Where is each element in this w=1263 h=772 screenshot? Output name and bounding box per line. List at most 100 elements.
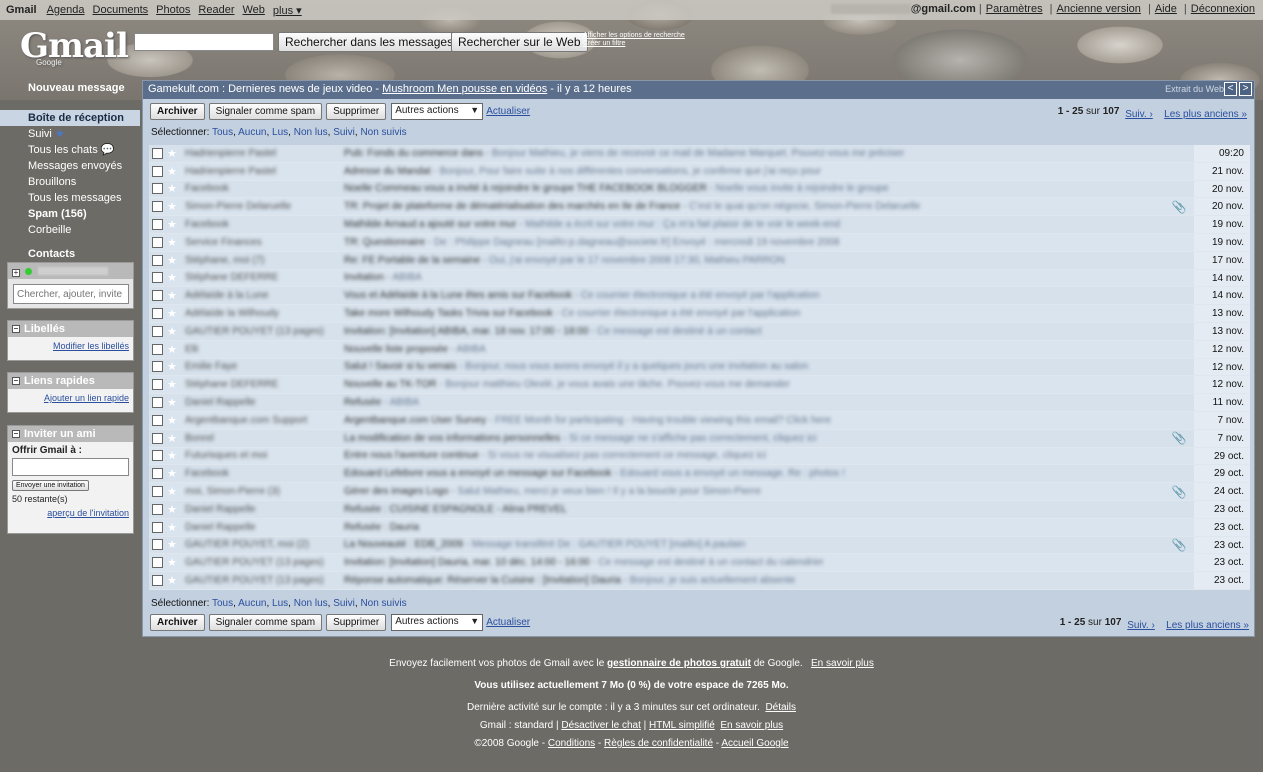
table-row[interactable]: ★ Emilie Faye Salut ! Savoir si tu venais … bbox=[149, 358, 1250, 377]
star-icon[interactable]: ★ bbox=[165, 271, 179, 284]
search-web-button[interactable]: Rechercher sur le Web bbox=[451, 32, 588, 52]
select-unstarred[interactable]: Non suivis bbox=[360, 598, 406, 609]
search-options-link[interactable]: Afficher les options de recherche bbox=[583, 32, 685, 40]
star-icon[interactable]: ★ bbox=[165, 165, 179, 178]
chat-search-input[interactable] bbox=[13, 284, 129, 304]
star-icon[interactable]: ★ bbox=[165, 556, 179, 569]
table-row[interactable]: ★ Simon-Pierre Delaruelle TR: Projet de pl… bbox=[149, 198, 1250, 217]
delete-button[interactable]: Supprimer bbox=[326, 103, 387, 120]
web-clip-prev-button[interactable]: < bbox=[1224, 82, 1237, 96]
nav-chats[interactable]: Tous les chats 💬 bbox=[0, 142, 140, 158]
star-icon[interactable]: ★ bbox=[165, 467, 179, 480]
invite-preview-link[interactable]: aperçu de l'invitation bbox=[47, 508, 129, 518]
row-checkbox[interactable] bbox=[152, 379, 163, 391]
star-icon[interactable]: ★ bbox=[165, 485, 179, 498]
basic-html-link[interactable]: HTML simplifié bbox=[649, 720, 715, 731]
select-unstarred[interactable]: Non suivis bbox=[360, 127, 406, 138]
report-spam-button[interactable]: Signaler comme spam bbox=[208, 103, 323, 120]
table-row[interactable]: ★ Daniel Rappelle Refusée : CUISINE ESPAGN… bbox=[149, 500, 1250, 519]
photos-manager-link[interactable]: gestionnaire de photos gratuit bbox=[607, 658, 751, 669]
table-row[interactable]: ★ Argentbanque.com Support Argentbanque.co… bbox=[149, 411, 1250, 430]
select-read[interactable]: Lus bbox=[272, 127, 288, 138]
star-icon[interactable]: ★ bbox=[165, 414, 179, 427]
row-checkbox[interactable] bbox=[152, 325, 163, 337]
table-row[interactable]: ★ Facebook Edouard Lefebvre vous a envoyé … bbox=[149, 465, 1250, 484]
archive-button[interactable]: Archiver bbox=[150, 614, 205, 631]
settings-link[interactable]: Paramètres bbox=[986, 3, 1043, 15]
collapse-icon[interactable]: + bbox=[12, 269, 20, 277]
row-checkbox[interactable] bbox=[152, 432, 163, 444]
row-checkbox[interactable] bbox=[152, 236, 163, 248]
select-all[interactable]: Tous bbox=[212, 127, 233, 138]
invite-email-input[interactable] bbox=[12, 458, 129, 476]
gmail-logo[interactable]: Gmail Google bbox=[20, 26, 129, 67]
star-icon[interactable]: ★ bbox=[165, 218, 179, 231]
row-checkbox[interactable] bbox=[152, 361, 163, 373]
select-starred[interactable]: Suivi bbox=[333, 598, 355, 609]
logout-link[interactable]: Déconnexion bbox=[1191, 3, 1255, 15]
row-checkbox[interactable] bbox=[152, 397, 163, 409]
table-row[interactable]: ★ Facebook Mathilde Arnaud a ajouté sur vo… bbox=[149, 216, 1250, 234]
oldest-link[interactable]: Les plus anciens » bbox=[1166, 620, 1249, 631]
add-quicklink-link[interactable]: Ajouter un lien rapide bbox=[44, 393, 129, 403]
row-checkbox[interactable] bbox=[152, 183, 163, 195]
star-icon[interactable]: ★ bbox=[165, 307, 179, 320]
row-checkbox[interactable] bbox=[152, 254, 163, 266]
select-unread[interactable]: Non lus bbox=[294, 598, 328, 609]
table-row[interactable]: ★ Daniel Rappelle Refusée : Dauria 23 oct. bbox=[149, 518, 1250, 537]
table-row[interactable]: ★ moi, Simon-Pierre (3) Gérer des images L… bbox=[149, 483, 1250, 501]
create-filter-link[interactable]: Créer un filtre bbox=[583, 40, 685, 48]
row-checkbox[interactable] bbox=[152, 557, 163, 569]
table-row[interactable]: ★ Hadrienpierre Pastel Pub: Fonds du comme… bbox=[149, 145, 1250, 163]
table-row[interactable]: ★ GAUTIER POUYET (13 pages) Invitation: [I… bbox=[149, 322, 1250, 341]
star-icon[interactable]: ★ bbox=[165, 538, 179, 551]
table-row[interactable]: ★ Stéphane, moi (7) Re: FE Portable de la … bbox=[149, 251, 1250, 270]
select-starred[interactable]: Suivi bbox=[333, 127, 355, 138]
compose-link[interactable]: Nouveau message bbox=[0, 80, 140, 110]
select-all[interactable]: Tous bbox=[212, 598, 233, 609]
row-checkbox[interactable] bbox=[152, 272, 163, 284]
archive-button[interactable]: Archiver bbox=[150, 103, 205, 120]
row-checkbox[interactable] bbox=[152, 290, 163, 302]
row-checkbox[interactable] bbox=[152, 165, 163, 177]
oldest-link[interactable]: Les plus anciens » bbox=[1164, 109, 1247, 120]
table-row[interactable]: ★ Service Finances TR: Questionnaire - De … bbox=[149, 233, 1250, 252]
table-row[interactable]: ★ Daniel Rappelle Refusée - ABIBA 11 nov. bbox=[149, 394, 1250, 412]
invite-box-head[interactable]: – Inviter un ami bbox=[8, 426, 133, 442]
delete-button[interactable]: Supprimer bbox=[326, 614, 387, 631]
help-link[interactable]: Aide bbox=[1155, 3, 1177, 15]
labels-box-head[interactable]: – Libellés bbox=[8, 321, 133, 337]
activity-details-link[interactable]: Détails bbox=[765, 702, 796, 713]
star-icon[interactable]: ★ bbox=[165, 236, 179, 249]
star-icon[interactable]: ★ bbox=[165, 343, 179, 356]
row-checkbox[interactable] bbox=[152, 343, 163, 355]
table-row[interactable]: ★ Adélaïde la Wilhoudy Take more Wilhoudy … bbox=[149, 305, 1250, 323]
star-icon[interactable]: ★ bbox=[165, 360, 179, 373]
star-icon[interactable]: ★ bbox=[165, 521, 179, 534]
table-row[interactable]: ★ Hadrienpierre Pastel Adresse du Mandat -… bbox=[149, 162, 1250, 181]
refresh-link[interactable]: Actualiser bbox=[486, 617, 530, 628]
nav-drafts[interactable]: Brouillons bbox=[0, 174, 140, 190]
row-checkbox[interactable] bbox=[152, 414, 163, 426]
table-row[interactable]: ★ GAUTIER POUYET (13 pages) Invitation: [I… bbox=[149, 554, 1250, 573]
star-icon[interactable]: ★ bbox=[165, 378, 179, 391]
web-clip-label[interactable]: Extrait du Web bbox=[1165, 84, 1224, 94]
row-checkbox[interactable] bbox=[152, 308, 163, 320]
send-invite-button[interactable]: Envoyer une invitation bbox=[12, 480, 89, 491]
row-checkbox[interactable] bbox=[152, 450, 163, 462]
google-home-link[interactable]: Accueil Google bbox=[721, 738, 788, 749]
refresh-link[interactable]: Actualiser bbox=[486, 106, 530, 117]
star-icon[interactable]: ★ bbox=[165, 503, 179, 516]
next-page-link[interactable]: Suiv. › bbox=[1127, 620, 1155, 631]
search-mail-button[interactable]: Rechercher dans les messages bbox=[278, 32, 461, 52]
select-read[interactable]: Lus bbox=[272, 598, 288, 609]
row-checkbox[interactable] bbox=[152, 521, 163, 533]
table-row[interactable]: ★ GAUTIER POUYET (13 pages) Réponse automa… bbox=[149, 572, 1250, 590]
photos-learn-more-link[interactable]: En savoir plus bbox=[811, 658, 874, 669]
web-clip-headline[interactable]: Mushroom Men pousse en vidéos bbox=[382, 83, 547, 95]
select-none[interactable]: Aucun bbox=[238, 127, 266, 138]
row-checkbox[interactable] bbox=[152, 147, 163, 159]
row-checkbox[interactable] bbox=[152, 503, 163, 515]
collapse-icon[interactable]: – bbox=[12, 325, 20, 334]
top-link-more[interactable]: plus ▾ bbox=[273, 4, 302, 17]
